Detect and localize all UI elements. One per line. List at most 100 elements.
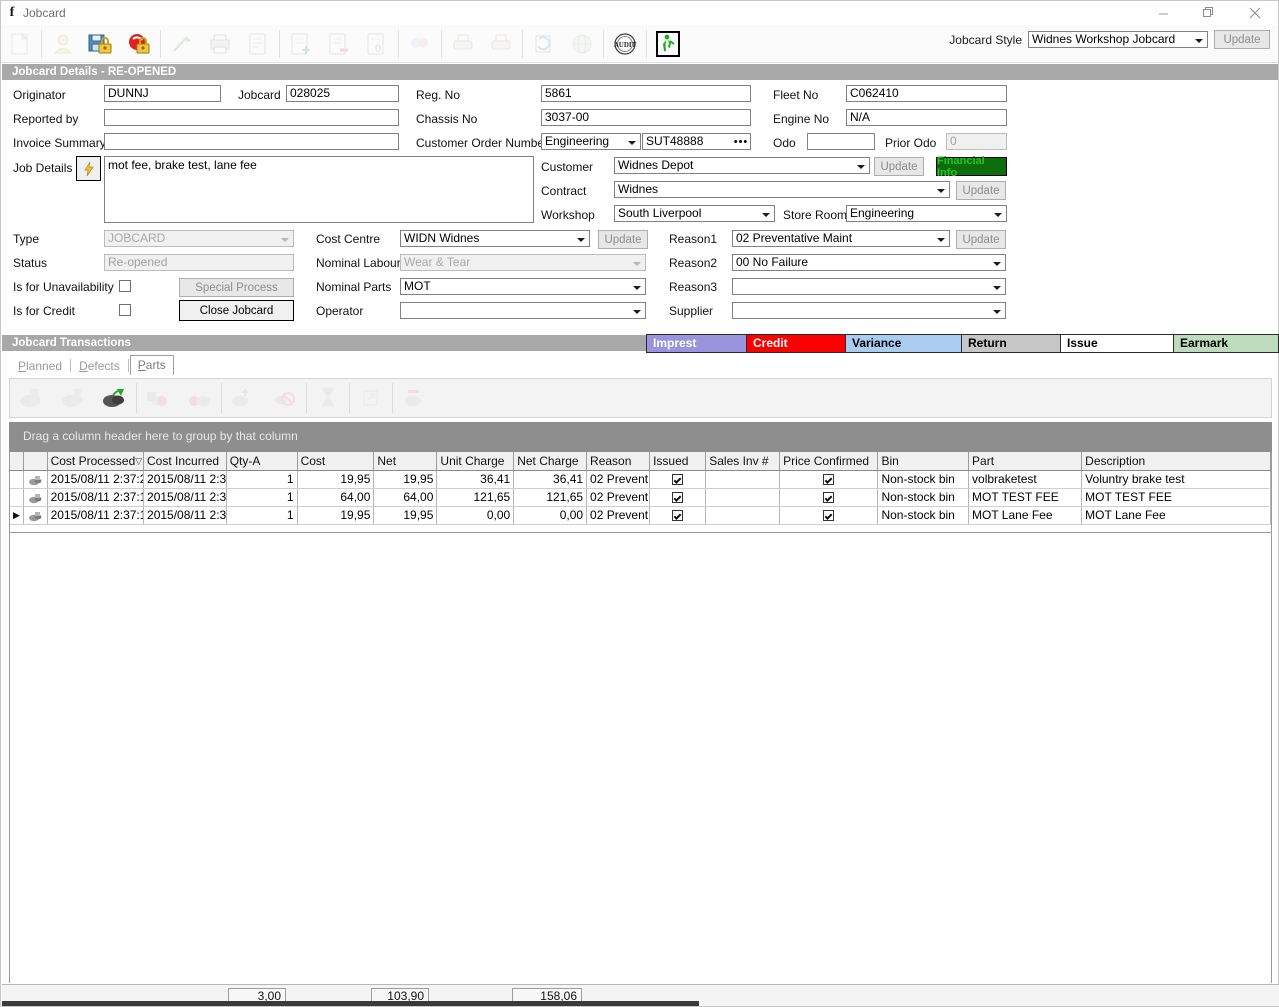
issued-checkbox[interactable] — [672, 492, 684, 503]
customer-order-type-select[interactable]: Engineering — [541, 133, 641, 150]
add-parts-icon[interactable] — [137, 378, 179, 418]
delete-record-icon[interactable] — [320, 27, 358, 61]
issue-part-icon[interactable] — [10, 378, 52, 418]
tab-defects[interactable]: Defects — [72, 357, 127, 375]
job-details-textarea[interactable]: mot fee, brake test, lane fee — [104, 156, 534, 223]
issued-checkbox[interactable] — [672, 510, 684, 521]
column-header-qty_a[interactable]: Qty-A — [226, 452, 298, 470]
row-selector-indicator[interactable] — [10, 471, 24, 488]
column-header-unit_charge[interactable]: Unit Charge — [437, 452, 515, 470]
cancel-part-icon[interactable] — [264, 378, 306, 418]
engine-no-input[interactable]: N/A — [846, 109, 1007, 126]
hourglass-icon[interactable] — [307, 378, 349, 418]
column-header-cost_processed[interactable]: Cost Processed ▽ — [47, 452, 145, 470]
add-record-icon[interactable] — [282, 27, 320, 61]
audit-stamp-icon[interactable]: AUDIT — [606, 27, 644, 61]
remove-parts-icon[interactable] — [179, 378, 221, 418]
supplier-select[interactable] — [732, 302, 1006, 319]
column-header-cost[interactable]: Cost — [297, 452, 375, 470]
zero-record-icon[interactable]: 0 — [358, 27, 396, 61]
customer-update-button[interactable]: Update — [874, 157, 924, 176]
chassis-no-input[interactable]: 3037-00 — [541, 109, 751, 126]
operator-select[interactable] — [400, 302, 646, 319]
is-for-unavailability-checkbox[interactable] — [119, 280, 131, 292]
price_confirmed-checkbox[interactable] — [823, 474, 835, 485]
table-row[interactable]: 2015/08/11 2:37:24 2015/08/11 2:37 1 19,95 1… — [10, 471, 1271, 489]
cost-centre-select[interactable]: WIDN Widnes — [400, 230, 590, 247]
jobcard-style-select[interactable]: Widnes Workshop Jobcard — [1028, 31, 1208, 48]
price_confirmed-checkbox[interactable] — [823, 510, 835, 521]
globe-icon[interactable] — [563, 27, 601, 61]
action-button-variance[interactable]: Variance — [845, 334, 962, 353]
column-header-net[interactable]: Net — [374, 452, 438, 470]
customer-select[interactable]: Widnes Depot — [614, 157, 870, 174]
reg-no-input[interactable]: 5861 — [541, 85, 751, 102]
group-by-panel[interactable]: Drag a column header here to group by th… — [9, 422, 1272, 452]
save-locked-icon[interactable] — [82, 27, 120, 61]
financial-info-button[interactable]: Financial Info — [936, 155, 1007, 179]
jobcard-input[interactable]: 028025 — [286, 85, 399, 102]
action-button-earmark[interactable]: Earmark — [1173, 334, 1279, 353]
close-jobcard-button[interactable]: Close Jobcard — [179, 300, 294, 321]
odo-input[interactable] — [807, 133, 875, 150]
row-selector-indicator[interactable]: ▶ — [10, 507, 24, 524]
customer-order-browse-button[interactable]: ••• — [733, 134, 749, 149]
column-header-cost_incurred[interactable]: Cost Incurred — [144, 452, 227, 470]
action-button-issue[interactable]: Issue — [1060, 334, 1174, 353]
contract-select[interactable]: Widnes — [614, 181, 950, 198]
new-document-icon[interactable] — [1, 27, 39, 61]
close-icon[interactable] — [1232, 1, 1278, 25]
link-icon[interactable] — [163, 27, 201, 61]
minimize-icon[interactable] — [1140, 1, 1186, 25]
special-process-button[interactable]: Special Process — [179, 278, 294, 297]
cost-centre-update-button[interactable]: Update — [598, 230, 648, 249]
column-header-bin[interactable]: Bin — [878, 452, 970, 470]
open-folder-icon[interactable] — [44, 27, 82, 61]
invoice-summary-input[interactable] — [104, 133, 399, 150]
column-header-sales_inv[interactable]: Sales Inv # — [706, 452, 781, 470]
store-room-select[interactable]: Engineering — [846, 205, 1007, 222]
fleet-no-input[interactable]: C062410 — [846, 85, 1007, 102]
originator-input[interactable]: DUNNJ — [104, 85, 221, 102]
printer-alt-icon[interactable] — [444, 27, 482, 61]
table-row[interactable]: 2015/08/11 2:37:18 2015/08/11 2:37 1 64,00 6… — [10, 489, 1271, 507]
workshop-select[interactable]: South Liverpool — [614, 205, 775, 222]
restore-icon[interactable] — [1186, 1, 1232, 25]
tab-parts[interactable]: Parts — [129, 355, 174, 375]
action-button-return[interactable]: Return — [961, 334, 1061, 353]
export-icon[interactable] — [350, 378, 392, 418]
action-button-credit[interactable]: Credit — [746, 334, 846, 353]
printer-alt2-icon[interactable] — [482, 27, 520, 61]
exit-icon[interactable] — [649, 27, 687, 61]
print-preview-icon[interactable] — [239, 27, 277, 61]
column-header-description[interactable]: Description — [1082, 452, 1271, 470]
price_confirmed-checkbox[interactable] — [823, 492, 835, 503]
row-selector-indicator[interactable] — [10, 489, 24, 506]
column-header-part[interactable]: Part — [969, 452, 1083, 470]
column-header-reason[interactable]: Reason — [587, 452, 651, 470]
reason1-update-button[interactable]: Update — [956, 230, 1006, 249]
column-header-price_confirmed[interactable]: Price Confirmed — [780, 452, 879, 470]
horizontal-scrollbar[interactable] — [2, 1001, 699, 1006]
jobcard-style-update-button[interactable]: Update — [1214, 30, 1270, 49]
action-button-imprest[interactable]: Imprest — [646, 334, 747, 353]
reason3-select[interactable] — [732, 278, 1006, 295]
nominal-parts-select[interactable]: MOT — [400, 278, 646, 295]
column-header-net_charge[interactable]: Net Charge — [514, 452, 588, 470]
reported-by-input[interactable] — [104, 109, 399, 126]
reason2-select[interactable]: 00 No Failure — [732, 254, 1006, 271]
table-row[interactable]: ▶ 2015/08/11 2:37:14 2015/08/11 2:37 1 19,95… — [10, 507, 1271, 525]
parts-icon[interactable] — [401, 27, 439, 61]
tab-planned[interactable]: Planned — [11, 357, 69, 375]
print-icon[interactable] — [201, 27, 239, 61]
job-details-edit-button[interactable] — [76, 156, 101, 181]
return-part-icon[interactable] — [94, 378, 136, 418]
confirm-part-icon[interactable] — [222, 378, 264, 418]
column-header-issued[interactable]: Issued — [650, 452, 707, 470]
reason1-select[interactable]: 02 Preventative Maint — [732, 230, 950, 247]
refresh-doc-icon[interactable] — [525, 27, 563, 61]
cancel-locked-icon[interactable] — [120, 27, 158, 61]
issue-part-alt-icon[interactable] — [52, 378, 94, 418]
is-for-credit-checkbox[interactable] — [119, 304, 131, 316]
issued-checkbox[interactable] — [672, 474, 684, 485]
